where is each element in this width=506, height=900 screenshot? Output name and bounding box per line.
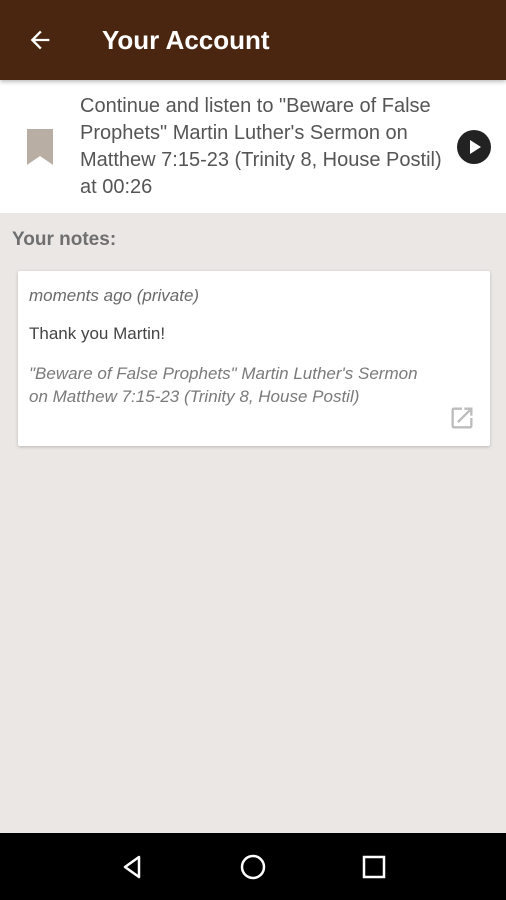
continue-listening-banner[interactable]: Continue and listen to "Beware of False … — [0, 80, 506, 213]
system-nav-bar — [0, 833, 506, 900]
play-circle-icon — [457, 129, 491, 164]
bookmark-icon — [0, 80, 80, 213]
continue-listening-text[interactable]: Continue and listen to "Beware of False … — [80, 93, 442, 201]
nav-recents-button[interactable] — [354, 847, 394, 887]
nav-back-button[interactable] — [112, 847, 152, 887]
note-card: moments ago (private) Thank you Martin! … — [18, 271, 490, 446]
nav-home-circle-icon — [240, 854, 266, 879]
nav-back-triangle-icon — [124, 855, 141, 878]
back-button[interactable] — [0, 0, 80, 80]
nav-recents-square-icon — [362, 855, 385, 878]
open-in-new-icon[interactable] — [448, 404, 476, 432]
play-button[interactable] — [442, 80, 506, 213]
arrow-left-icon — [30, 30, 50, 50]
note-meta: moments ago (private) — [29, 286, 200, 305]
nav-home-button[interactable] — [233, 847, 273, 887]
app-bar: Your Account — [0, 0, 506, 80]
note-source[interactable]: "Beware of False Prophets" Martin Luther… — [29, 362, 439, 408]
page-title: Your Account — [102, 24, 270, 55]
note-body: Thank you Martin! — [29, 324, 166, 343]
notes-heading: Your notes: — [12, 229, 117, 250]
